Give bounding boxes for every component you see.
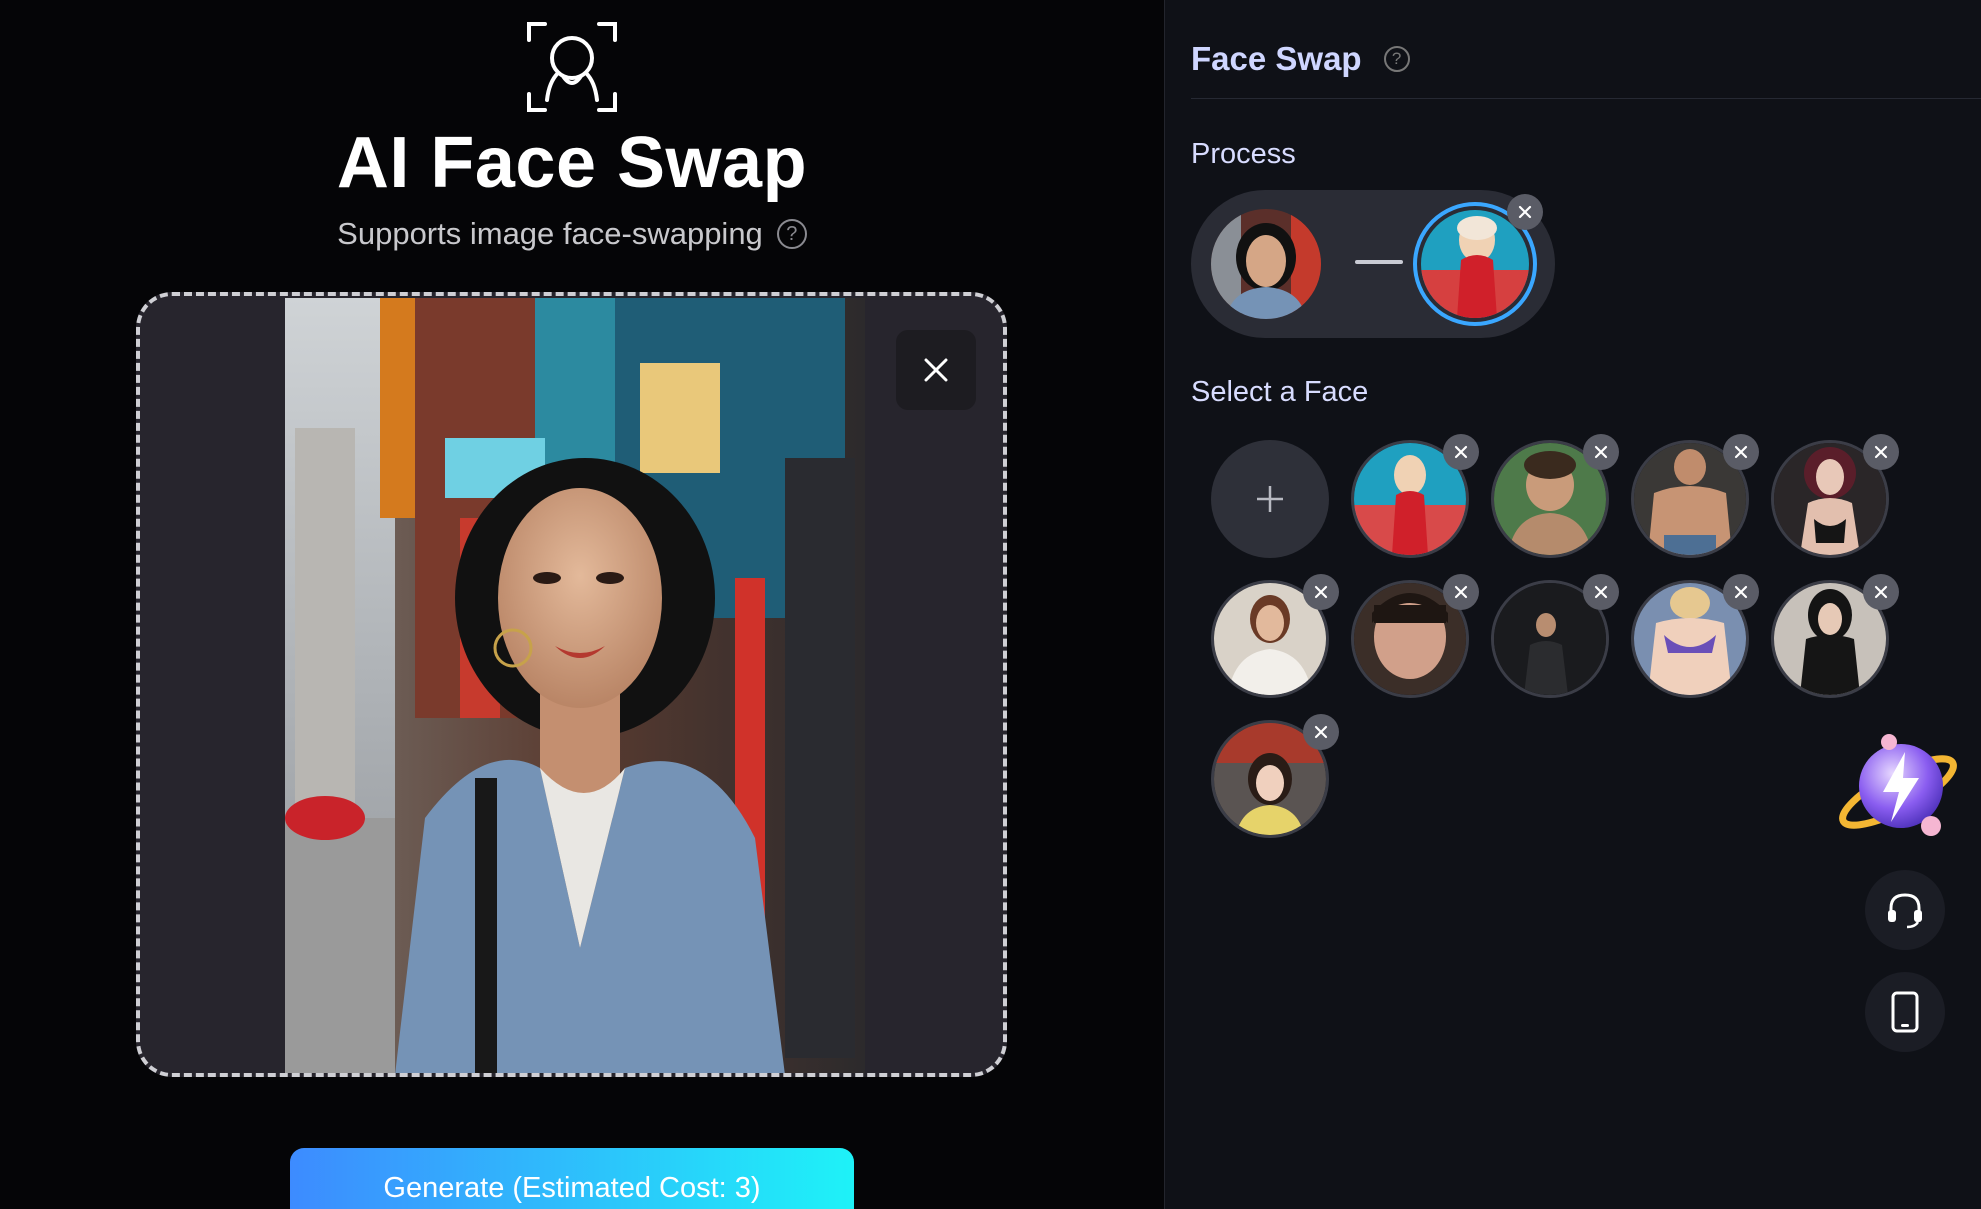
remove-face-button[interactable] — [1723, 574, 1759, 610]
remove-face-button[interactable] — [1583, 434, 1619, 470]
divider — [1191, 98, 1981, 99]
close-icon — [1454, 445, 1468, 459]
lightning-planet-icon[interactable] — [1833, 730, 1963, 850]
face-item[interactable] — [1631, 434, 1759, 558]
remove-face-button[interactable] — [1443, 434, 1479, 470]
remove-face-button[interactable] — [1863, 434, 1899, 470]
panel-title: Face Swap — [1191, 40, 1362, 77]
close-icon — [1314, 725, 1328, 739]
remove-face-button[interactable] — [1863, 574, 1899, 610]
close-icon — [1874, 585, 1888, 599]
close-icon — [1454, 585, 1468, 599]
process-source-face[interactable] — [1211, 209, 1321, 319]
close-icon — [1594, 445, 1608, 459]
subtitle-row: Supports image face-swapping ? — [0, 216, 1144, 252]
face-item[interactable] — [1631, 574, 1759, 698]
close-icon — [1314, 585, 1328, 599]
remove-face-button[interactable] — [1583, 574, 1619, 610]
face-item[interactable] — [1491, 574, 1619, 698]
panel-header: Face Swap ? — [1191, 40, 1410, 78]
image-dropzone[interactable] — [136, 292, 1007, 1077]
mobile-app-button[interactable] — [1865, 972, 1945, 1052]
generate-button[interactable]: Generate (Estimated Cost: 3) — [290, 1148, 854, 1209]
add-face-button[interactable] — [1211, 440, 1329, 558]
source-photo — [285, 298, 865, 1073]
face-item[interactable] — [1491, 434, 1619, 558]
remove-face-button[interactable] — [1443, 574, 1479, 610]
face-item[interactable] — [1211, 574, 1339, 698]
remove-face-button[interactable] — [1723, 434, 1759, 470]
face-swap-panel: Face Swap ? Process Select a Face — [1164, 0, 1981, 1209]
process-label: Process — [1191, 138, 1296, 170]
smartphone-icon — [1891, 991, 1919, 1033]
select-face-label: Select a Face — [1191, 376, 1369, 408]
close-icon — [1734, 445, 1748, 459]
page-subtitle: Supports image face-swapping — [337, 216, 763, 251]
remove-target-button[interactable] — [1507, 194, 1543, 230]
face-item[interactable] — [1211, 714, 1339, 838]
remove-image-button[interactable] — [896, 330, 976, 410]
panel-help-icon[interactable]: ? — [1383, 46, 1410, 72]
left-pane: AI Face Swap Supports image face-swappin… — [0, 0, 1164, 1209]
process-pill — [1191, 190, 1555, 338]
face-item[interactable] — [1771, 434, 1899, 558]
face-item[interactable] — [1351, 574, 1479, 698]
remove-face-button[interactable] — [1303, 714, 1339, 750]
close-icon — [924, 358, 948, 382]
plus-icon — [1257, 486, 1283, 512]
help-icon[interactable]: ? — [776, 219, 807, 249]
close-icon — [1518, 205, 1532, 219]
face-scan-logo-icon — [527, 22, 617, 112]
face-item[interactable] — [1351, 434, 1479, 558]
close-icon — [1734, 585, 1748, 599]
headset-icon — [1888, 893, 1922, 929]
page-title: AI Face Swap — [336, 123, 808, 203]
face-item[interactable] — [1771, 574, 1899, 698]
remove-face-button[interactable] — [1303, 574, 1339, 610]
process-connector — [1355, 260, 1403, 264]
support-button[interactable] — [1865, 870, 1945, 950]
close-icon — [1874, 445, 1888, 459]
close-icon — [1594, 585, 1608, 599]
